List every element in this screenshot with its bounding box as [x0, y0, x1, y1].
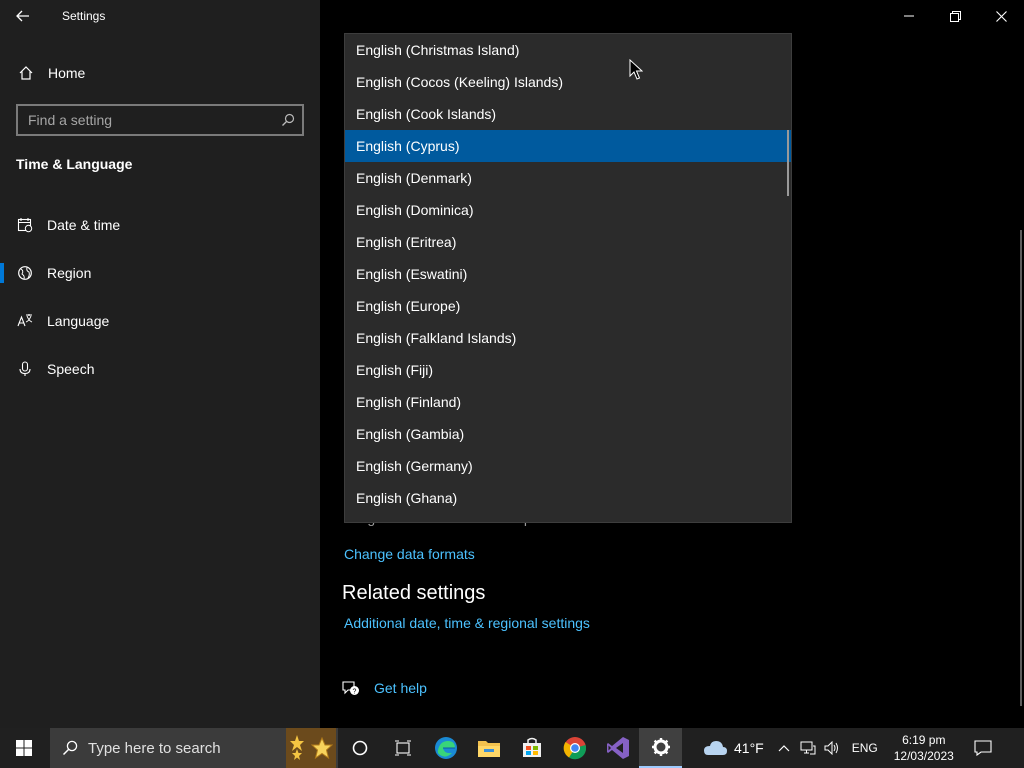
- gear-icon: [651, 738, 670, 756]
- clock-date: 12/03/2023: [893, 749, 954, 763]
- notifications-icon[interactable]: [974, 740, 992, 756]
- section-title: Time & Language: [16, 156, 133, 172]
- help-chat-icon: ?: [342, 681, 359, 696]
- taskbar-app-visual-studio[interactable]: [596, 728, 639, 768]
- find-setting-search[interactable]: [16, 104, 304, 136]
- dropdown-option[interactable]: English (Europe): [345, 290, 791, 322]
- microphone-icon: [16, 361, 34, 377]
- back-arrow-icon: [16, 10, 29, 22]
- restore-icon: [949, 10, 961, 22]
- sidebar-item-label: Language: [47, 313, 110, 329]
- sidebar-item-region[interactable]: Region: [0, 253, 320, 293]
- clock[interactable]: 6:19 pm 12/03/2023: [894, 732, 954, 764]
- language-icon: [16, 313, 34, 329]
- find-setting-input[interactable]: [18, 112, 274, 128]
- chrome-icon: [563, 737, 586, 760]
- calendar-clock-icon: [16, 217, 34, 233]
- get-help[interactable]: ? Get help: [342, 680, 427, 696]
- dropdown-option[interactable]: English (Falkland Islands): [345, 322, 791, 354]
- restore-button[interactable]: [932, 0, 978, 32]
- sidebar-item-date-time[interactable]: Date & time: [0, 205, 320, 245]
- dropdown-option[interactable]: English (Denmark): [345, 162, 791, 194]
- dropdown-scrollbar-thumb[interactable]: [787, 130, 789, 196]
- weather-widget[interactable]: 41°F: [702, 728, 764, 768]
- cortana-button[interactable]: [338, 728, 381, 768]
- close-icon: [995, 10, 1007, 22]
- dropdown-option[interactable]: English (Cocos (Keeling) Islands): [345, 66, 791, 98]
- cloud-icon: [704, 741, 727, 755]
- taskbar: Type here to search 41°F ENG 6:19 pm 12/…: [0, 728, 1024, 768]
- change-data-formats-link[interactable]: Change data formats: [344, 546, 475, 562]
- window-controls: [886, 0, 1024, 32]
- sidebar: Settings Home Time & Language Date & tim…: [0, 0, 320, 728]
- dropdown-option[interactable]: English (Germany): [345, 450, 791, 482]
- svg-text:?: ?: [353, 689, 357, 696]
- mouse-cursor-icon: [629, 59, 643, 80]
- edge-icon: [434, 737, 457, 759]
- app-title: Settings: [62, 9, 106, 23]
- chevron-up-icon[interactable]: [778, 744, 790, 752]
- dropdown-option[interactable]: English (Eritrea): [345, 226, 791, 258]
- cortana-icon: [352, 740, 367, 756]
- taskbar-app-settings[interactable]: [639, 728, 682, 768]
- folder-icon: [477, 741, 500, 757]
- page-scrollbar[interactable]: [1020, 230, 1022, 706]
- home-label: Home: [48, 65, 86, 81]
- sidebar-item-speech[interactable]: Speech: [0, 349, 320, 389]
- input-language-indicator[interactable]: ENG: [852, 741, 878, 755]
- minimize-button[interactable]: [886, 0, 932, 32]
- globe-icon: [16, 265, 34, 281]
- taskbar-search-box[interactable]: Type here to search: [50, 728, 338, 768]
- get-help-link[interactable]: Get help: [374, 680, 427, 696]
- dropdown-option[interactable]: English (Gambia): [345, 418, 791, 450]
- minimize-icon: [904, 15, 914, 17]
- windows-logo-icon: [16, 740, 32, 756]
- title-bar: Settings: [0, 0, 320, 32]
- related-settings-heading: Related settings: [342, 582, 486, 604]
- taskbar-app-file-explorer[interactable]: [467, 728, 510, 768]
- taskbar-app-chrome[interactable]: [553, 728, 596, 768]
- search-icon[interactable]: [274, 113, 302, 127]
- dropdown-option[interactable]: English (Christmas Island): [345, 34, 791, 66]
- task-view-icon: [394, 740, 411, 756]
- taskbar-search-placeholder: Type here to search: [88, 739, 221, 757]
- visual-studio-icon: [606, 737, 629, 759]
- sidebar-item-language[interactable]: Language: [0, 301, 320, 341]
- regional-format-dropdown-list[interactable]: English (Christmas Island) English (Cocos…: [344, 33, 792, 523]
- sidebar-item-label: Region: [47, 265, 92, 281]
- search-icon: [62, 740, 78, 756]
- sidebar-item-home[interactable]: Home: [0, 56, 320, 90]
- volume-icon[interactable]: [824, 741, 840, 755]
- weather-temperature: 41°F: [734, 740, 764, 756]
- taskbar-app-store[interactable]: [510, 728, 553, 768]
- sidebar-item-label: Date & time: [47, 217, 121, 233]
- network-icon[interactable]: [800, 741, 816, 755]
- additional-settings-link[interactable]: Additional date, time & regional setting…: [344, 615, 590, 631]
- dropdown-option[interactable]: English (Ghana): [345, 482, 791, 514]
- task-view-button[interactable]: [381, 728, 424, 768]
- dropdown-option[interactable]: English (Cook Islands): [345, 98, 791, 130]
- dropdown-option[interactable]: English (Finland): [345, 386, 791, 418]
- sidebar-item-label: Speech: [47, 361, 95, 377]
- clock-time: 6:19 pm: [902, 733, 946, 747]
- taskbar-app-edge[interactable]: [424, 728, 467, 768]
- dropdown-option[interactable]: English (Fiji): [345, 354, 791, 386]
- search-highlight-image: [286, 728, 336, 768]
- dropdown-option[interactable]: English (Dominica): [345, 194, 791, 226]
- close-button[interactable]: [978, 0, 1024, 32]
- start-button[interactable]: [0, 728, 48, 768]
- system-tray: ENG 6:19 pm 12/03/2023: [778, 728, 992, 768]
- dropdown-option[interactable]: English (Eswatini): [345, 258, 791, 290]
- home-icon: [17, 65, 35, 81]
- dropdown-option-selected[interactable]: English (Cyprus): [345, 130, 791, 162]
- back-button[interactable]: [0, 0, 46, 32]
- selection-indicator: [0, 263, 4, 283]
- store-icon: [522, 737, 541, 757]
